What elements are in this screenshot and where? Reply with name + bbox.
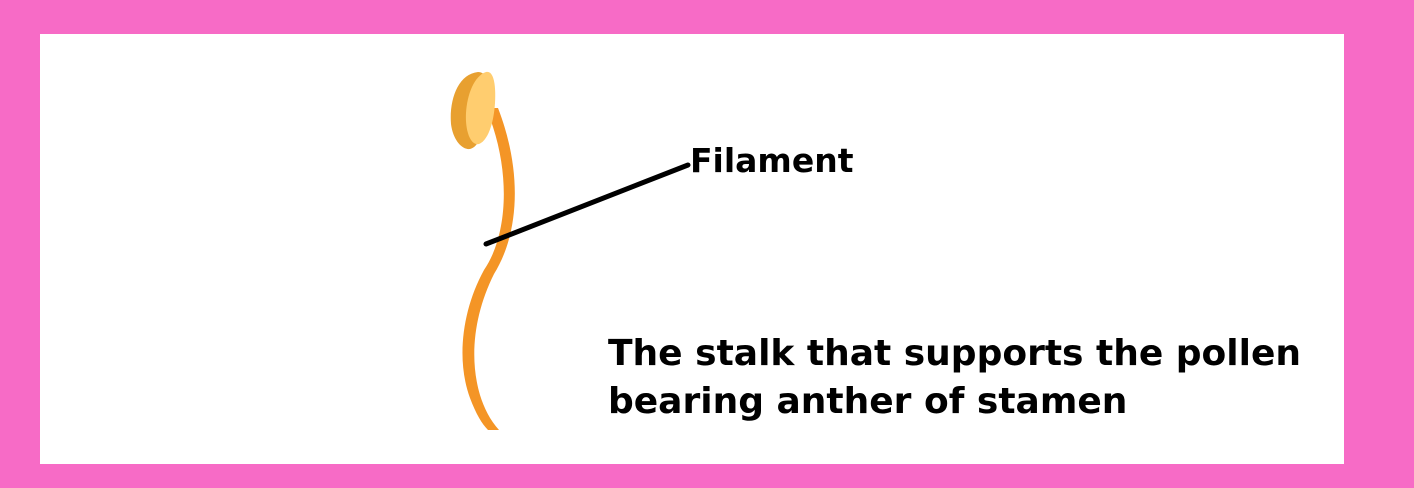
description-line-2: bearing anther of stamen xyxy=(608,381,1128,422)
filament-label: Filament xyxy=(690,141,854,180)
filament-stalk xyxy=(462,108,515,430)
filament-description: The stalk that supports the pollen beari… xyxy=(608,330,1328,426)
leader-line xyxy=(483,162,691,247)
description-line-1: The stalk that supports the pollen xyxy=(608,333,1302,374)
